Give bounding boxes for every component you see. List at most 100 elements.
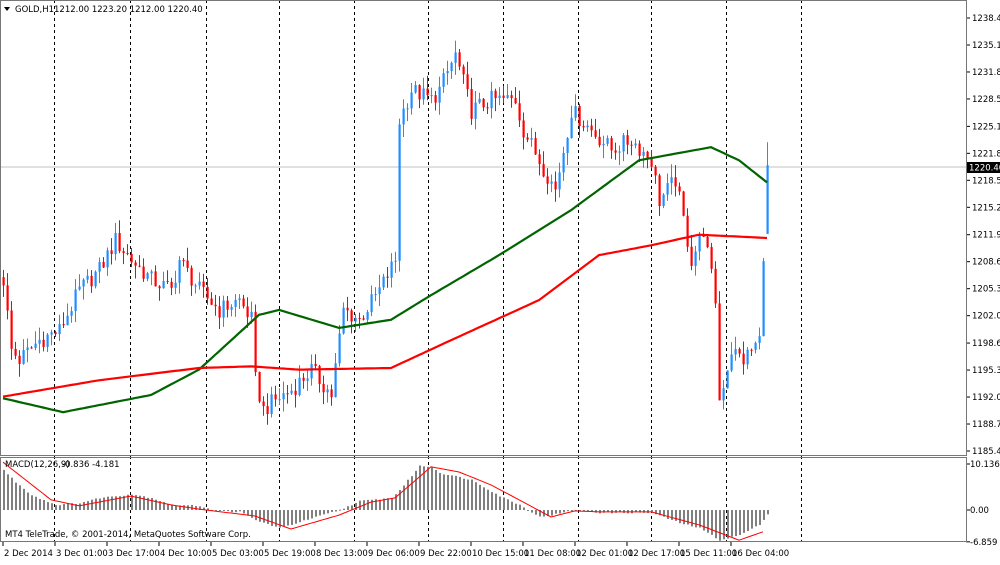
macd-histogram-bar (507, 499, 509, 510)
macd-histogram-bar (743, 510, 745, 533)
macd-histogram-bar (387, 498, 389, 510)
time-tick-label: 3 Dec 17:00 (108, 549, 160, 559)
candle-down (54, 332, 57, 335)
macd-histogram-bar (767, 510, 769, 515)
candle-down (650, 158, 653, 167)
candle-down (514, 98, 517, 104)
candle-up (726, 370, 729, 389)
candle-down (158, 286, 161, 289)
candle-down (90, 275, 93, 287)
candle-up (642, 151, 645, 156)
candle-down (482, 98, 485, 108)
candle-down (738, 348, 741, 354)
candle-up (366, 312, 369, 320)
candle-up (438, 86, 441, 103)
macd-tick-label: -6.859 (970, 538, 997, 548)
macd-histogram-bar (759, 510, 761, 525)
candle-up (58, 324, 61, 335)
macd-histogram-bar (367, 499, 369, 510)
candle-down (682, 191, 685, 216)
macd-histogram-bar (295, 510, 297, 524)
candle-up (326, 389, 329, 393)
candle-down (594, 130, 597, 137)
macd-histogram-bar (243, 510, 245, 514)
copyright-label: MT4 TeleTrade, © 2001-2014, MetaQuotes S… (5, 530, 251, 540)
macd-histogram-bar (503, 497, 505, 510)
candle-down (2, 277, 5, 286)
macd-histogram-bar (107, 496, 109, 510)
macd-histogram-bar (535, 510, 537, 515)
candle-down (62, 324, 65, 326)
candle-down (386, 276, 389, 278)
candle-down (686, 215, 689, 247)
price-tick-label: 1202.00 (972, 312, 1000, 322)
candle-up (394, 260, 397, 262)
macd-histogram-bar (463, 478, 465, 510)
symbol-label: GOLD,H1 (15, 5, 54, 15)
macd-histogram-bar (735, 510, 737, 537)
candle-up (634, 143, 637, 146)
candle-up (78, 286, 81, 290)
candle-down (258, 372, 261, 402)
price-tick-label: 1238.40 (972, 14, 1000, 24)
candle-up (338, 333, 341, 364)
candle-down (346, 307, 349, 311)
macd-histogram-bar (739, 510, 741, 535)
candle-up (762, 261, 765, 337)
macd-histogram-bar (303, 510, 305, 521)
macd-histogram-bar (299, 510, 301, 523)
macd-histogram-bar (259, 510, 261, 522)
trading-chart[interactable]: 1238.40 1235.10 1231.80 1228.50 1225.15 1221.… (0, 0, 1000, 561)
candle-down (10, 310, 13, 349)
candle-down (18, 355, 21, 364)
price-tick-label: 1231.80 (972, 68, 1000, 78)
macd-histogram-bar (315, 510, 317, 517)
candle-up (574, 106, 577, 118)
candle-down (518, 103, 521, 121)
candle-down (242, 298, 245, 307)
candle-down (170, 281, 173, 288)
candle-down (706, 236, 709, 248)
candle-down (522, 120, 525, 138)
macd-histogram-bar (227, 510, 229, 512)
macd-histogram-bar (3, 469, 5, 510)
macd-histogram-bar (183, 505, 185, 510)
macd-histogram-bar (683, 510, 685, 525)
price-tick-label: 1221.85 (972, 149, 1000, 159)
macd-histogram-bar (459, 476, 461, 510)
candle-down (182, 260, 185, 262)
candle-down (142, 266, 145, 279)
dropdown-triangle-icon[interactable] (4, 7, 10, 11)
candle-up (670, 177, 673, 184)
candle-down (302, 377, 305, 381)
macd-histogram-bar (487, 489, 489, 510)
macd-histogram-bar (435, 470, 437, 510)
macd-histogram-bar (91, 499, 93, 510)
price-tick-label: 1185.45 (972, 447, 1000, 457)
candle-down (30, 347, 33, 349)
candle-down (678, 186, 681, 192)
candle-down (502, 95, 505, 98)
macd-histogram-bar (559, 510, 561, 514)
macd-histogram-bar (251, 510, 253, 518)
macd-histogram-bar (287, 510, 289, 526)
macd-histogram-bar (391, 498, 393, 510)
macd-name-label: MACD(12,26,9) (5, 460, 70, 470)
candle-up (570, 117, 573, 139)
price-tick-label: 1208.60 (972, 258, 1000, 268)
candle-down (274, 394, 277, 400)
candle-up (98, 262, 101, 272)
macd-histogram-bar (87, 501, 89, 510)
candle-up (150, 271, 153, 274)
time-tick-label: 11 Dec 08:00 (524, 549, 581, 559)
candle-up (114, 233, 117, 254)
candle-down (510, 95, 513, 99)
price-tick-label: 1198.65 (972, 339, 1000, 349)
candle-down (286, 393, 289, 395)
candle-down (254, 311, 257, 373)
macd-histogram-bar (31, 495, 33, 510)
candle-down (582, 126, 585, 128)
candle-up (694, 251, 697, 266)
candle-up (38, 339, 41, 344)
macd-values-label: -0.836 -4.181 (62, 460, 120, 470)
